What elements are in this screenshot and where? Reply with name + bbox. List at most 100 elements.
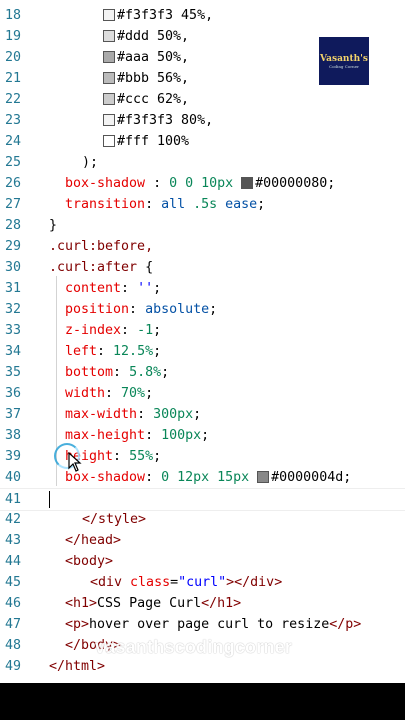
- code-token: position: [65, 302, 130, 317]
- code-token: #ddd: [117, 29, 150, 44]
- code-text: z-index: -1;: [65, 320, 161, 341]
- code-token: :: [97, 344, 114, 359]
- code-token: :: [145, 197, 162, 212]
- code-token: </: [82, 512, 99, 527]
- line-number: 34: [4, 344, 21, 359]
- code-token: ;: [327, 176, 336, 191]
- line-number: 23: [4, 113, 21, 128]
- code-line[interactable]: 43 </head>: [0, 530, 405, 551]
- code-token: 300px: [153, 407, 194, 422]
- code-token: 100px: [161, 428, 202, 443]
- code-token: #ccc: [117, 92, 150, 107]
- code-token: -1: [137, 323, 154, 338]
- code-token: max-width: [65, 407, 138, 422]
- code-token: ;: [343, 470, 352, 485]
- code-token: :: [121, 323, 138, 338]
- color-swatch-icon[interactable]: [103, 9, 115, 21]
- code-token: .curl:after: [49, 260, 146, 275]
- code-line[interactable]: 47 <p>hover over page curl to resize</p>: [0, 614, 405, 635]
- line-number: 40: [4, 470, 21, 485]
- code-token: all: [161, 197, 194, 212]
- code-line[interactable]: 23 #f3f3f3 80%,: [0, 110, 405, 131]
- code-line[interactable]: 45 <div class="curl"></div>: [0, 572, 405, 593]
- line-number: 24: [4, 134, 21, 149]
- code-token: #0000004d: [271, 470, 344, 485]
- code-token: :: [145, 470, 162, 485]
- line-number: 33: [4, 323, 21, 338]
- color-swatch-icon[interactable]: [103, 30, 115, 42]
- code-text: );: [82, 152, 98, 173]
- code-line[interactable]: 38 max-height: 100px;: [0, 425, 405, 446]
- code-line[interactable]: 32 position: absolute;: [0, 299, 405, 320]
- code-text: max-width: 300px;: [65, 404, 201, 425]
- code-token: bottom: [65, 365, 114, 380]
- code-token: </: [65, 533, 82, 548]
- line-number: 19: [4, 29, 21, 44]
- code-token: </: [201, 596, 218, 611]
- code-line[interactable]: 44 <body>: [0, 551, 405, 572]
- code-token: <: [65, 596, 74, 611]
- line-number: 18: [4, 8, 21, 23]
- code-token: 80%,: [173, 113, 214, 128]
- code-text: #aaa 50%,: [103, 47, 189, 68]
- code-editor[interactable]: 18 #f3f3f3 45%, 19 #ddd 50%, 20 #aaa 50%, 21 #b…: [0, 0, 405, 683]
- code-token: p: [73, 617, 82, 632]
- code-token: 62%,: [149, 92, 190, 107]
- code-token: <: [65, 617, 74, 632]
- code-line[interactable]: 34 left: 12.5%;: [0, 341, 405, 362]
- code-token: 50%,: [149, 50, 190, 65]
- code-line[interactable]: 18 #f3f3f3 45%,: [0, 5, 405, 26]
- code-line[interactable]: 36 width: 70%;: [0, 383, 405, 404]
- line-number: 29: [4, 239, 21, 254]
- color-swatch-icon[interactable]: [103, 93, 115, 105]
- code-line[interactable]: 31 content: '';: [0, 278, 405, 299]
- code-token: ;: [209, 302, 218, 317]
- code-token: div: [250, 575, 275, 590]
- color-swatch-icon[interactable]: [257, 471, 270, 483]
- code-token: .curl:before,: [49, 239, 154, 254]
- code-text: #fff 100%: [103, 131, 189, 152]
- line-number: 30: [4, 260, 21, 275]
- code-token: transition: [65, 197, 146, 212]
- code-token: >: [81, 617, 90, 632]
- line-number: 42: [4, 512, 21, 527]
- line-number: 39: [4, 449, 21, 464]
- line-number: 26: [4, 176, 21, 191]
- code-token: <: [90, 575, 99, 590]
- code-line[interactable]: 27 transition: all .5s ease;: [0, 194, 405, 215]
- line-number: 31: [4, 281, 21, 296]
- code-line[interactable]: 24 #fff 100%: [0, 131, 405, 152]
- code-token: content: [65, 281, 122, 296]
- color-swatch-icon[interactable]: [103, 114, 115, 126]
- code-line[interactable]: 30 .curl:after {: [0, 257, 405, 278]
- line-number: 36: [4, 386, 21, 401]
- color-swatch-icon[interactable]: [241, 177, 254, 189]
- code-text: #f3f3f3 45%,: [103, 5, 213, 26]
- code-line[interactable]: 25);: [0, 152, 405, 173]
- code-token: '': [137, 281, 154, 296]
- code-line[interactable]: 37 max-width: 300px;: [0, 404, 405, 425]
- code-token: :: [113, 449, 130, 464]
- code-line[interactable]: 42 </style>: [0, 509, 405, 530]
- code-line[interactable]: 22 #ccc 62%,: [0, 89, 405, 110]
- black-footer-bar: [0, 683, 405, 720]
- color-swatch-icon[interactable]: [103, 72, 115, 84]
- code-token: 12.5%: [113, 344, 154, 359]
- code-line[interactable]: 29 .curl:before,: [0, 236, 405, 257]
- code-line[interactable]: 35 bottom: 5.8%;: [0, 362, 405, 383]
- code-token: :: [145, 428, 162, 443]
- code-line[interactable]: 28}: [0, 215, 405, 236]
- code-text: box-shadow : 0 0 10px #00000080;: [65, 173, 335, 194]
- code-line[interactable]: 49 </html>: [0, 656, 405, 677]
- channel-watermark: vasanthscodingcorner: [95, 637, 293, 657]
- code-token: left: [65, 344, 98, 359]
- color-swatch-icon[interactable]: [103, 135, 115, 147]
- code-line[interactable]: 26 box-shadow : 0 0 10px #00000080;: [0, 173, 405, 194]
- code-line[interactable]: 33 z-index: -1;: [0, 320, 405, 341]
- code-token: #00000080: [255, 176, 328, 191]
- code-line[interactable]: 40 box-shadow: 0 12px 15px #0000004d;: [0, 467, 405, 488]
- color-swatch-icon[interactable]: [103, 51, 115, 63]
- code-line[interactable]: 46 <h1>CSS Page Curl</h1>: [0, 593, 405, 614]
- code-line[interactable]: 41: [0, 488, 405, 511]
- code-token: ;: [257, 197, 266, 212]
